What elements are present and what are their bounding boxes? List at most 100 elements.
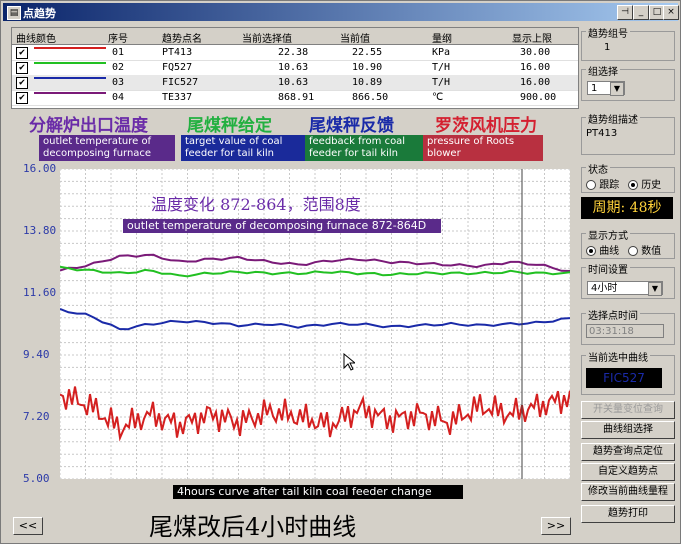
minimize-button[interactable]: _	[633, 5, 649, 20]
row-index: 01	[112, 47, 125, 58]
state-track-radio[interactable]: 跟踪	[586, 176, 619, 191]
y-tick-label: 16.00	[23, 162, 57, 175]
banner-outlet-temp: 分解炉出口温度	[29, 116, 148, 136]
tag-feeder-feedback: feedback from coal feeder for tail kiln	[305, 135, 425, 161]
current-curve-value: FIC527	[586, 368, 662, 388]
point-time-box: 选择点时间 03:31:18	[581, 307, 675, 345]
row-unit: ℃	[432, 92, 444, 103]
switch-change-query-button[interactable]: 开关量变位查询	[581, 401, 675, 419]
col-curve-color: 曲线颜色	[16, 34, 56, 45]
display-value-radio[interactable]: 数值	[628, 242, 661, 257]
table-row[interactable]: ✔ 03 FIC527 10.63 10.89 T/H 16.00	[12, 75, 578, 91]
row-current-value: 10.90	[352, 62, 383, 73]
row-selected-value: 10.63	[278, 62, 309, 73]
group-select-label: 组选择	[586, 63, 620, 78]
y-tick-label: 9.40	[23, 348, 50, 361]
row-point-name: TE337	[162, 92, 193, 103]
col-upper-limit: 显示上限	[512, 34, 552, 45]
row-index: 03	[112, 77, 125, 88]
row-unit: T/H	[432, 77, 451, 88]
col-unit: 量纲	[432, 34, 452, 45]
prev-page-button[interactable]: <<	[13, 517, 43, 535]
chart-annotation: outlet temperature of decomposing furnac…	[123, 219, 441, 233]
curve-group-select-button[interactable]: 曲线组选择	[581, 421, 675, 439]
bottom-caption: 尾煤改后4小时曲线	[149, 513, 357, 541]
group-desc-box: 趋势组描述 PT413	[581, 111, 675, 155]
col-point-name: 趋势点名	[162, 34, 202, 45]
app-icon: ▤	[7, 6, 21, 20]
period-display: 周期: 48秒	[581, 197, 673, 219]
close-button[interactable]: ×	[663, 5, 679, 20]
row-unit: KPa	[432, 47, 451, 58]
banner-feeder-target: 尾煤秤给定	[187, 116, 272, 136]
mouse-cursor-icon	[343, 353, 355, 371]
next-page-button[interactable]: >>	[541, 517, 571, 535]
table-row[interactable]: ✔ 04 TE337 868.91 866.50 ℃ 900.00	[12, 90, 578, 106]
table-header: 曲线颜色 序号 趋势点名 当前选择值 当前值 量纲 显示上限	[12, 28, 578, 45]
row-upper-limit: 900.00	[520, 92, 557, 103]
display-mode-box: 显示方式 曲线 数值	[581, 227, 675, 259]
window-title: 点趋势	[23, 7, 56, 20]
row-checkbox[interactable]: ✔	[16, 62, 28, 74]
row-point-name: PT413	[162, 47, 193, 58]
chart-title: 温度变化 872-864，范围8度	[151, 195, 361, 214]
title-bar: ▤ 点趋势 ⊣ _ □ ×	[3, 3, 679, 21]
row-upper-limit: 30.00	[520, 47, 551, 58]
display-mode-label: 显示方式	[586, 227, 630, 242]
custom-trend-point-button[interactable]: 自定义趋势点	[581, 463, 675, 481]
group-select-dropdown[interactable]: 1 ▼	[587, 81, 625, 96]
row-checkbox[interactable]: ✔	[16, 92, 28, 104]
time-setting-dropdown[interactable]: 4小时 ▼	[587, 281, 663, 296]
col-index: 序号	[108, 34, 128, 45]
col-selected-value: 当前选择值	[242, 34, 292, 45]
trend-points-table: 曲线颜色 序号 趋势点名 当前选择值 当前值 量纲 显示上限 ✔ 01 PT413 2…	[11, 27, 579, 109]
curve-color-swatch	[34, 62, 106, 64]
row-upper-limit: 16.00	[520, 62, 551, 73]
trend-print-button[interactable]: 趋势打印	[581, 505, 675, 523]
group-number-label: 趋势组号	[586, 25, 630, 40]
y-tick-label: 11.60	[23, 286, 57, 299]
row-unit: T/H	[432, 62, 451, 73]
y-tick-label: 7.20	[23, 410, 50, 423]
chevron-down-icon: ▼	[610, 82, 624, 96]
tag-outlet-temp: outlet temperature of decomposing furnac…	[39, 135, 175, 161]
banner-blower-pressure: 罗茨风机压力	[435, 116, 537, 136]
row-current-value: 866.50	[352, 92, 389, 103]
row-point-name: FQ527	[162, 62, 193, 73]
state-history-radio[interactable]: 历史	[628, 176, 661, 191]
current-curve-box: 当前选中曲线 FIC527	[581, 349, 675, 395]
display-curve-radio[interactable]: 曲线	[586, 242, 619, 257]
state-box: 状态 跟踪 历史	[581, 161, 675, 193]
current-curve-label: 当前选中曲线	[586, 349, 650, 364]
trend-query-locate-button[interactable]: 趋势查询点定位	[581, 443, 675, 461]
chart-footer-note: 4hours curve after tail kiln coal feeder…	[173, 485, 463, 499]
row-upper-limit: 16.00	[520, 77, 551, 88]
curve-color-swatch	[34, 47, 106, 49]
row-current-value: 10.89	[352, 77, 383, 88]
row-checkbox[interactable]: ✔	[16, 77, 28, 89]
point-time-label: 选择点时间	[586, 307, 640, 322]
row-selected-value: 868.91	[278, 92, 315, 103]
pin-button[interactable]: ⊣	[617, 5, 633, 20]
row-index: 02	[112, 62, 125, 73]
trend-chart[interactable]	[60, 169, 570, 479]
time-setting-label: 时间设置	[586, 261, 630, 276]
row-checkbox[interactable]: ✔	[16, 47, 28, 59]
row-index: 04	[112, 92, 125, 103]
curve-color-swatch	[34, 92, 106, 94]
group-number-box: 趋势组号 1	[581, 25, 675, 61]
modify-curve-range-button[interactable]: 修改当前曲线量程	[581, 483, 675, 501]
row-selected-value: 10.63	[278, 77, 309, 88]
row-selected-value: 22.38	[278, 47, 309, 58]
col-current-value: 当前值	[340, 34, 370, 45]
trend-window: ▤ 点趋势 ⊣ _ □ × 曲线颜色 序号 趋势点名 当前选择值 当前值 量纲 …	[0, 0, 681, 544]
y-tick-label: 5.00	[23, 472, 50, 485]
group-number-value: 1	[604, 42, 611, 53]
table-row[interactable]: ✔ 02 FQ527 10.63 10.90 T/H 16.00	[12, 60, 578, 76]
banner-feeder-feedback: 尾煤秤反馈	[309, 116, 394, 136]
table-row[interactable]: ✔ 01 PT413 22.38 22.55 KPa 30.00	[12, 45, 578, 61]
row-current-value: 22.55	[352, 47, 383, 58]
tag-blower-pressure: pressure of Roots blower	[423, 135, 543, 161]
curve-color-swatch	[34, 77, 106, 79]
row-point-name: FIC527	[162, 77, 199, 88]
